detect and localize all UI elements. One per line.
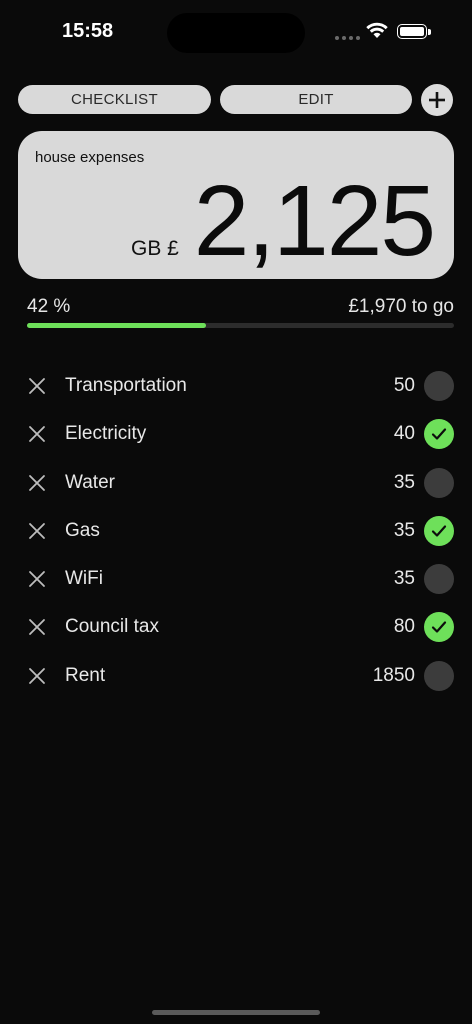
checkmark-icon [431, 525, 447, 537]
progress-fill [27, 323, 207, 328]
expense-amount: 35 [393, 471, 415, 493]
remaining-amount: £1,970 to go [348, 296, 454, 317]
add-button[interactable] [421, 84, 453, 116]
expense-row: WiFi 35 [0, 555, 472, 603]
currency-label: GB £ [131, 237, 179, 260]
expense-row: Electricity 40 [0, 410, 472, 458]
plus-icon [429, 92, 445, 108]
expense-name: Gas [65, 519, 100, 541]
delete-x-icon[interactable] [28, 570, 46, 588]
paid-checkbox[interactable] [424, 564, 454, 595]
delete-x-icon[interactable] [28, 522, 46, 540]
expense-amount: 35 [393, 568, 415, 590]
battery-icon [397, 24, 431, 39]
wifi-icon [366, 22, 388, 38]
expense-name: Council tax [65, 616, 159, 638]
edit-button[interactable]: EDIT [220, 85, 412, 114]
progress-track [27, 323, 454, 328]
expense-row: Gas 35 [0, 507, 472, 555]
expense-amount: 50 [393, 375, 415, 396]
delete-x-icon[interactable] [28, 425, 46, 443]
paid-checkbox[interactable] [424, 660, 454, 691]
expense-amount: 80 [393, 616, 415, 638]
paid-checkbox[interactable] [424, 515, 454, 546]
list-title: house expenses [35, 149, 145, 166]
paid-checkbox[interactable] [424, 467, 454, 498]
total-card: house expenses GB £ 2,125 [18, 131, 454, 279]
checkmark-icon [431, 621, 447, 634]
delete-x-icon[interactable] [28, 667, 46, 685]
home-indicator[interactable] [152, 1010, 320, 1015]
checkmark-icon [431, 428, 447, 440]
paid-checkbox[interactable] [424, 371, 454, 401]
dynamic-island [167, 13, 305, 53]
expense-name: Electricity [65, 423, 147, 445]
expense-name: Transportation [65, 375, 187, 396]
expense-row: Water 35 [0, 459, 472, 507]
expense-name: WiFi [65, 568, 103, 590]
expense-row: Council tax 80 [0, 603, 472, 651]
expense-amount: 40 [393, 423, 415, 445]
paid-checkbox[interactable] [424, 419, 454, 450]
expense-list: Transportation 50 Electricity 40 Water 3… [0, 362, 472, 700]
expense-row: Rent 1850 [0, 652, 472, 700]
cellular-signal-icon [335, 36, 360, 40]
expense-row: Transportation 50 [0, 362, 472, 410]
delete-x-icon[interactable] [28, 377, 46, 395]
expense-amount: 35 [393, 519, 415, 541]
paid-checkbox[interactable] [424, 612, 454, 643]
app-screen: 15:58 CHECKLIST EDIT house expenses GB £… [0, 0, 472, 1024]
progress-percent: 42 % [27, 296, 71, 317]
expense-name: Rent [65, 664, 106, 686]
status-time: 15:58 [62, 20, 114, 42]
delete-x-icon[interactable] [28, 474, 46, 492]
checklist-button[interactable]: CHECKLIST [18, 85, 211, 114]
expense-amount: 1850 [372, 664, 415, 686]
delete-x-icon[interactable] [28, 618, 46, 636]
expense-name: Water [65, 471, 115, 493]
total-amount: 2,125 [193, 165, 436, 277]
